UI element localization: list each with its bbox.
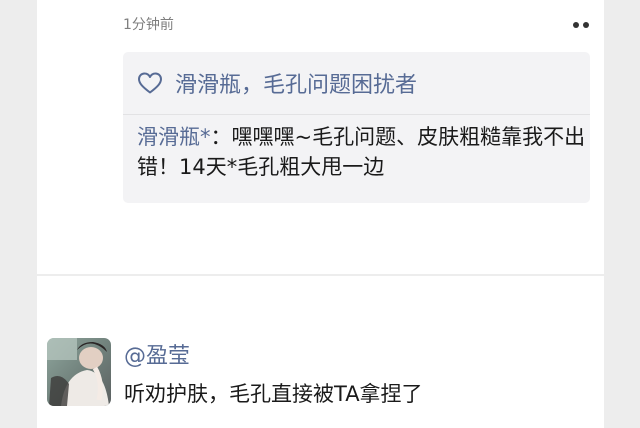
post-text: 听劝护肤，毛孔直接被TA拿捏了 <box>124 382 423 406</box>
liked-by-user[interactable]: 滑滑瓶，毛孔问题困扰者 <box>175 67 417 99</box>
avatar[interactable] <box>47 338 111 406</box>
post-author-name[interactable]: @盈莹 <box>124 338 190 370</box>
user-avatar-photo <box>47 338 111 406</box>
moment-card-next: @盈莹 听劝护肤，毛孔直接被TA拿捏了 <box>37 276 604 428</box>
comment-author[interactable]: 滑滑瓶* <box>137 125 211 149</box>
moment-card: 1分钟前 滑滑瓶，毛孔问题困扰者 滑滑瓶*：嘿嘿嘿~毛孔问题、皮肤粗糙靠我不出错… <box>37 0 604 274</box>
moments-feed: 1分钟前 滑滑瓶，毛孔问题困扰者 滑滑瓶*：嘿嘿嘿~毛孔问题、皮肤粗糙靠我不出错… <box>0 0 640 428</box>
comment-item[interactable]: 滑滑瓶*：嘿嘿嘿~毛孔问题、皮肤粗糙靠我不出错！14天*毛孔粗大甩一边 <box>137 122 587 182</box>
more-dots-icon <box>573 22 579 28</box>
likes-row: 滑滑瓶，毛孔问题困扰者 <box>137 66 417 100</box>
more-options-button[interactable] <box>569 18 593 32</box>
likes-divider <box>123 114 590 115</box>
post-timestamp: 1分钟前 <box>123 17 174 33</box>
likes-comments-box: 滑滑瓶，毛孔问题困扰者 滑滑瓶*：嘿嘿嘿~毛孔问题、皮肤粗糙靠我不出错！14天*… <box>123 52 590 203</box>
heart-outline-icon <box>138 72 162 94</box>
comment-separator: ： <box>210 125 232 149</box>
